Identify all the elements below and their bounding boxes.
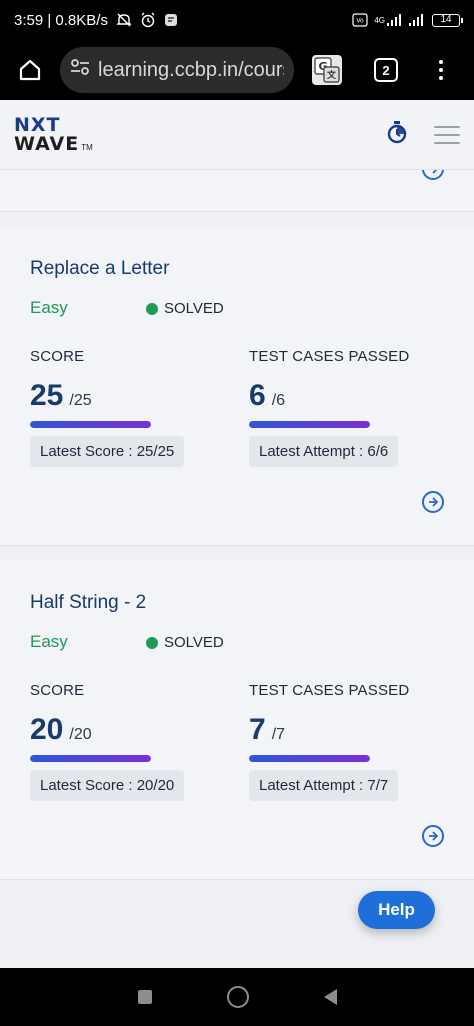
help-button[interactable]: Help <box>358 891 435 929</box>
logo-tm: TM <box>81 142 93 152</box>
signal-4g-icon: 4G <box>374 13 402 27</box>
header-actions <box>386 120 460 149</box>
arrow-circle-right-icon[interactable] <box>422 491 444 513</box>
score-progress-fill <box>30 755 151 762</box>
url-text: learning.ccbp.in/cours <box>98 58 284 81</box>
translate-button[interactable]: G文 <box>312 55 342 85</box>
signal-icon <box>408 13 426 27</box>
latest-attempt: Latest Attempt : 6/6 <box>249 436 399 467</box>
score-progress-bar <box>30 421 151 428</box>
question-card-partial <box>0 170 474 212</box>
score-progress-fill <box>30 421 151 428</box>
app-notification-icon <box>164 13 178 27</box>
latest-attempt: Latest Attempt : 7/7 <box>249 770 399 801</box>
status-text: SOLVED <box>164 634 224 651</box>
question-title[interactable]: Half String - 2 <box>30 592 146 614</box>
logo-top: NXT <box>14 113 61 136</box>
alarm-icon <box>140 12 156 28</box>
score-metric: SCORE 25 /25 Latest Score : 25/25 <box>30 348 185 467</box>
stopwatch-icon[interactable] <box>386 120 408 149</box>
battery-icon: 14 <box>432 13 463 27</box>
status-badge: SOLVED <box>146 300 224 317</box>
logo-bottom: WAVE <box>14 132 80 155</box>
tests-progress-fill <box>249 421 370 428</box>
latest-score: Latest Score : 25/25 <box>30 436 185 467</box>
arrow-circle-right-icon[interactable] <box>422 825 444 847</box>
score-label: SCORE <box>30 682 85 699</box>
tests-label: TEST CASES PASSED <box>249 348 410 365</box>
tests-values: 6 /6 <box>249 379 409 413</box>
back-icon[interactable] <box>323 989 337 1005</box>
tests-metric: TEST CASES PASSED 7 /7 Latest Attempt : … <box>249 682 409 801</box>
mute-icon <box>116 12 132 28</box>
tests-progress-fill <box>249 755 370 762</box>
home-button[interactable] <box>10 50 50 90</box>
tests-label: TEST CASES PASSED <box>249 682 410 699</box>
home-nav-icon[interactable] <box>226 986 249 1008</box>
svg-text:Vo: Vo <box>357 18 365 25</box>
score-progress-bar <box>30 755 151 762</box>
logo-bottom-row: WAVE TM <box>14 132 93 155</box>
status-text: SOLVED <box>164 300 224 317</box>
network-label: 4G <box>374 15 385 25</box>
tab-switcher-button[interactable]: 2 <box>374 58 398 82</box>
arrow-circle-right-icon[interactable] <box>422 170 444 180</box>
score-metric: SCORE 20 /20 Latest Score : 20/20 <box>30 682 185 801</box>
address-bar[interactable]: learning.ccbp.in/cours <box>60 47 294 93</box>
score-total: /20 <box>69 726 92 743</box>
svg-text:文: 文 <box>326 69 337 81</box>
status-time-speed: 3:59 | 0.8KB/s <box>14 11 108 29</box>
tabs-count: 2 <box>382 62 390 78</box>
status-bar: 3:59 | 0.8KB/s Vo 4G 14 <box>0 0 474 40</box>
home-icon <box>19 59 41 81</box>
tests-total: /7 <box>271 726 286 743</box>
status-left: 3:59 | 0.8KB/s <box>14 12 178 29</box>
tests-values: 7 /7 <box>249 713 409 747</box>
question-card: Half String - 2 Easy SOLVED SCORE 20 /20… <box>0 560 474 880</box>
questions-list: Replace a Letter Easy SOLVED SCORE 25 /2… <box>0 170 474 968</box>
tests-value: 7 <box>249 713 266 746</box>
difficulty-label: Easy <box>30 298 68 317</box>
difficulty-label: Easy <box>30 632 68 651</box>
translate-icon: G文 <box>314 57 340 83</box>
browser-toolbar: learning.ccbp.in/cours G文 2 <box>0 40 474 100</box>
app-header: NXT WAVE TM <box>0 100 474 170</box>
question-card: Replace a Letter Easy SOLVED SCORE 25 /2… <box>0 226 474 546</box>
score-values: 25 /25 <box>30 379 184 413</box>
score-total: /25 <box>69 392 92 409</box>
score-value: 20 <box>30 713 64 746</box>
score-label: SCORE <box>30 348 85 365</box>
system-nav-bar <box>0 968 474 1026</box>
tests-metric: TEST CASES PASSED 6 /6 Latest Attempt : … <box>249 348 409 467</box>
solved-dot-icon <box>146 636 158 649</box>
question-title[interactable]: Replace a Letter <box>30 258 169 280</box>
score-values: 20 /20 <box>30 713 184 747</box>
status-badge: SOLVED <box>146 634 224 651</box>
tune-icon[interactable] <box>70 58 90 82</box>
status-right: Vo 4G 14 <box>352 13 463 27</box>
hamburger-icon[interactable] <box>434 125 460 144</box>
recents-icon[interactable] <box>137 990 152 1004</box>
tests-value: 6 <box>249 379 266 412</box>
tests-total: /6 <box>271 392 286 409</box>
tests-progress-bar <box>249 421 370 428</box>
nxtwave-logo[interactable]: NXT WAVE TM <box>14 113 93 155</box>
latest-score: Latest Score : 20/20 <box>30 770 185 801</box>
solved-dot-icon <box>146 302 158 315</box>
tests-progress-bar <box>249 755 370 762</box>
volte-icon: Vo <box>352 13 368 27</box>
more-vert-icon[interactable] <box>436 57 446 83</box>
score-value: 25 <box>30 379 64 412</box>
battery-level: 14 <box>440 13 452 25</box>
